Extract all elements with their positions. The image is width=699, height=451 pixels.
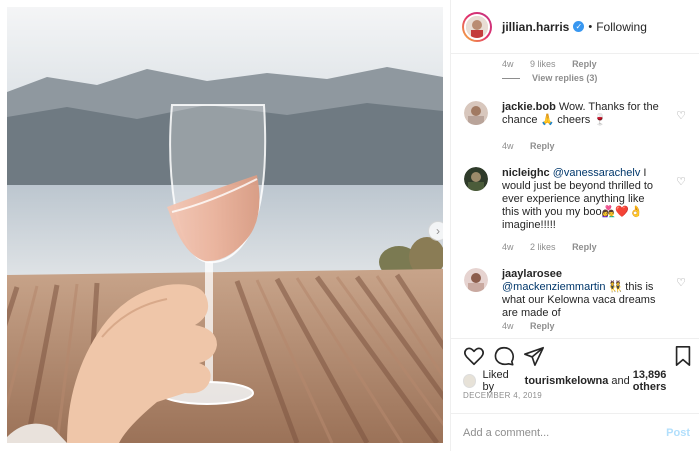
reply-button[interactable]: Reply (572, 242, 597, 252)
post-side-panel: jillian.harris ✓ • Following 4w 9 likes … (450, 0, 699, 451)
comment-text: jackie.bob Wow. Thanks for the chance 🙏 … (502, 101, 662, 127)
liker-avatar[interactable] (463, 374, 477, 388)
commenter-avatar[interactable] (464, 167, 488, 191)
comments-list[interactable]: 4w 9 likes Reply View replies (3) jackie… (451, 55, 699, 338)
comment-like-heart-icon[interactable]: ♡ (676, 175, 686, 188)
comment-time: 4w (502, 321, 514, 331)
comment-like-heart-icon[interactable]: ♡ (676, 109, 686, 122)
comment-meta: 4w 2 likes Reply (502, 242, 611, 252)
chevron-right-icon: › (436, 224, 440, 238)
liker-username[interactable]: tourismkelowna (525, 375, 609, 387)
post-actions: Liked by tourismkelowna and 13,896 other… (451, 338, 699, 451)
comment-mention[interactable]: @vanessarachelv (553, 167, 641, 179)
commenter-username[interactable]: nicleighc (502, 167, 550, 179)
comment-likes[interactable]: 9 likes (530, 59, 556, 69)
heart-icon[interactable] (463, 345, 485, 367)
action-icons (463, 345, 691, 369)
comment-meta: 4w Reply (502, 321, 569, 331)
header-separator: • (588, 20, 593, 33)
comment-text: jaaylarosee @mackenziemmartin 👯 this is … (502, 268, 662, 320)
view-replies[interactable]: View replies (3) (502, 73, 611, 83)
reply-button[interactable]: Reply (572, 59, 597, 69)
reply-button[interactable]: Reply (530, 321, 555, 331)
author-username[interactable]: jillian.harris (502, 20, 569, 34)
comment-meta: 4w 9 likes Reply (502, 59, 611, 69)
comment-time: 4w (502, 59, 514, 69)
commenter-username[interactable]: jaaylarosee (502, 268, 562, 280)
comment-meta: 4w Reply (502, 141, 569, 151)
verified-badge-icon: ✓ (573, 21, 585, 32)
reply-button[interactable]: Reply (530, 141, 555, 151)
post-image (7, 7, 443, 443)
comment-likes[interactable]: 2 likes (530, 242, 556, 252)
likes-and: and (611, 375, 630, 387)
commenter-avatar[interactable] (464, 268, 488, 292)
comment-text: nicleighc @vanessarachelv I would just b… (502, 167, 662, 232)
follow-status-button[interactable]: Following (596, 20, 647, 34)
comment-mention[interactable]: @mackenziemmartin (502, 281, 605, 293)
comment-icon[interactable] (493, 345, 515, 367)
commenter-avatar[interactable] (464, 101, 488, 125)
add-comment-bar: Post (451, 413, 699, 451)
replies-line (502, 77, 520, 79)
comment-time: 4w (502, 242, 514, 252)
comment-time: 4w (502, 141, 514, 151)
view-replies-button[interactable]: View replies (3) (532, 73, 597, 83)
share-icon[interactable] (523, 345, 545, 367)
likes-count[interactable]: 13,896 others (633, 369, 699, 393)
post-comment-button[interactable]: Post (666, 427, 690, 439)
bookmark-icon[interactable] (672, 345, 694, 367)
comment-input[interactable] (463, 424, 653, 442)
commenter-username[interactable]: jackie.bob (502, 101, 556, 113)
likes-summary: Liked by tourismkelowna and 13,896 other… (463, 369, 699, 393)
post-photo[interactable]: › (7, 7, 443, 443)
post-date: DECEMBER 4, 2019 (463, 391, 543, 400)
comment-like-heart-icon[interactable]: ♡ (676, 276, 686, 289)
author-avatar[interactable] (462, 11, 492, 42)
likes-prefix: Liked by (482, 369, 509, 393)
next-image-button[interactable]: › (428, 221, 443, 241)
post-header: jillian.harris ✓ • Following (451, 0, 699, 54)
